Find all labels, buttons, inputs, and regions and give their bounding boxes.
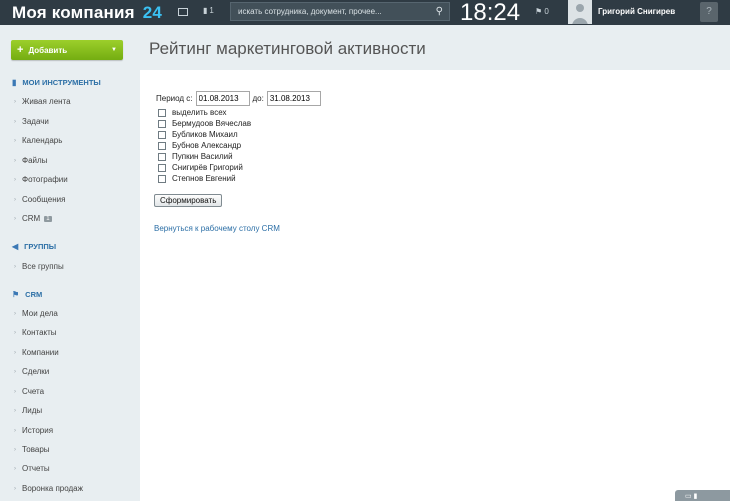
sidebar-item-products[interactable]: › Товары bbox=[14, 445, 50, 454]
crm-badge: 1 bbox=[44, 215, 52, 222]
left-sidebar: + Добавить ▼ ▮ МОИ ИНСТРУМЕНТЫ › Живая лен… bbox=[0, 25, 140, 501]
checkbox-employee[interactable]: Бермудоов Вячеслав bbox=[158, 119, 251, 128]
date-from-input[interactable] bbox=[195, 91, 250, 106]
section-title: МОИ ИНСТРУМЕНТЫ bbox=[22, 78, 101, 87]
sidebar-item-leads[interactable]: › Лиды bbox=[14, 406, 42, 415]
section-groups[interactable]: ◀ ГРУППЫ bbox=[12, 242, 56, 251]
sidebar-item-photos[interactable]: › Фотографии bbox=[14, 175, 68, 184]
flag-icon: ⚑ bbox=[12, 290, 20, 299]
user-name[interactable]: Григорий Снигирев bbox=[598, 7, 675, 16]
tasks-icon[interactable]: ▮ 1 bbox=[203, 6, 214, 15]
sidebar-item-all-groups[interactable]: › Все группы bbox=[14, 262, 64, 271]
sidebar-item-history[interactable]: › История bbox=[14, 426, 53, 435]
section-crm[interactable]: ⚑ CRM bbox=[12, 290, 42, 299]
report-form: Период с: до: выделить всех Бермудоов Вя… bbox=[140, 70, 730, 501]
sidebar-item-reports[interactable]: › Отчеты bbox=[14, 464, 50, 473]
sidebar-item-crm[interactable]: › CRM 1 bbox=[14, 214, 52, 223]
section-title: ГРУППЫ bbox=[24, 242, 57, 251]
search-icon[interactable]: ⚲ bbox=[436, 6, 443, 17]
sidebar-item-files[interactable]: › Файлы bbox=[14, 156, 47, 165]
checkbox-employee[interactable]: Снигирёв Григорий bbox=[158, 163, 243, 172]
sidebar-item-companies[interactable]: › Компании bbox=[14, 348, 59, 357]
plus-icon: + bbox=[17, 44, 24, 56]
checkbox-employee[interactable]: Пупкин Василий bbox=[158, 152, 233, 161]
checkbox-employee[interactable]: Степнов Евгений bbox=[158, 174, 236, 183]
period-label: Период с: bbox=[156, 94, 193, 103]
sidebar-item-messages[interactable]: › Сообщения bbox=[14, 195, 65, 204]
sidebar-item-calendar[interactable]: › Календарь bbox=[14, 136, 62, 145]
section-title: CRM bbox=[25, 290, 43, 299]
tasks-count: 1 bbox=[209, 6, 214, 15]
notifications-flag[interactable]: ⚑ 0 bbox=[535, 7, 549, 16]
company-logo[interactable]: Моя компания 24 bbox=[12, 3, 162, 23]
sidebar-item-sales-funnel[interactable]: › Воронка продаж bbox=[14, 484, 83, 493]
checkbox-employee[interactable]: Бубнов Александр bbox=[158, 141, 241, 150]
search-input[interactable] bbox=[231, 6, 430, 17]
to-label: до: bbox=[252, 94, 264, 103]
messages-icon[interactable] bbox=[178, 8, 188, 16]
checkbox[interactable] bbox=[158, 119, 166, 128]
logo-number: 24 bbox=[142, 2, 163, 22]
bottom-panel-tab[interactable]: ▭ ▮ bbox=[675, 490, 730, 501]
page-title: Рейтинг маркетинговой активности bbox=[149, 39, 426, 58]
add-button[interactable]: + Добавить ▼ bbox=[11, 40, 123, 60]
checkbox[interactable] bbox=[158, 130, 166, 139]
sidebar-item-invoices[interactable]: › Счета bbox=[14, 387, 44, 396]
period-row: Период с: до: bbox=[156, 91, 324, 106]
back-to-crm-link[interactable]: Вернуться к рабочему столу CRM bbox=[154, 224, 280, 233]
checkbox[interactable] bbox=[158, 108, 166, 117]
add-button-label: Добавить bbox=[28, 45, 68, 55]
sidebar-item-deals[interactable]: › Сделки bbox=[14, 367, 49, 376]
flag-icon: ⚑ bbox=[535, 7, 543, 16]
clock[interactable]: 18:24 bbox=[460, 0, 520, 27]
bookmark-icon: ▮ bbox=[12, 78, 17, 87]
flag-count: 0 bbox=[544, 7, 549, 16]
megaphone-icon: ◀ bbox=[12, 242, 19, 251]
chevron-down-icon[interactable]: ▼ bbox=[111, 47, 117, 53]
help-button[interactable]: ? bbox=[700, 2, 718, 22]
checkbox[interactable] bbox=[158, 163, 166, 172]
checkbox[interactable] bbox=[158, 174, 166, 183]
sidebar-item-my-activities[interactable]: › Мои дела bbox=[14, 309, 58, 318]
logo-text: Моя компания bbox=[12, 2, 135, 22]
search-box[interactable]: ⚲ bbox=[230, 2, 450, 21]
checkbox-employee[interactable]: Бубликов Михаил bbox=[158, 130, 238, 139]
checkbox[interactable] bbox=[158, 152, 166, 161]
top-bar: Моя компания 24 ▮1 ⚲ 18:24 ⚑ 0 Григорий С… bbox=[0, 0, 730, 27]
date-to-input[interactable] bbox=[266, 91, 321, 106]
checkbox[interactable] bbox=[158, 141, 166, 150]
section-my-tools[interactable]: ▮ МОИ ИНСТРУМЕНТЫ bbox=[12, 78, 101, 87]
avatar[interactable] bbox=[568, 0, 592, 24]
sidebar-item-contacts[interactable]: › Контакты bbox=[14, 328, 57, 337]
sidebar-item-tasks[interactable]: › Задачи bbox=[14, 117, 49, 126]
checkbox-select-all[interactable]: выделить всех bbox=[158, 108, 226, 117]
generate-button[interactable]: Сформировать bbox=[154, 194, 223, 207]
panel-icon: ▭ ▮ bbox=[685, 493, 698, 500]
sidebar-item-live-feed[interactable]: › Живая лента bbox=[14, 97, 71, 106]
